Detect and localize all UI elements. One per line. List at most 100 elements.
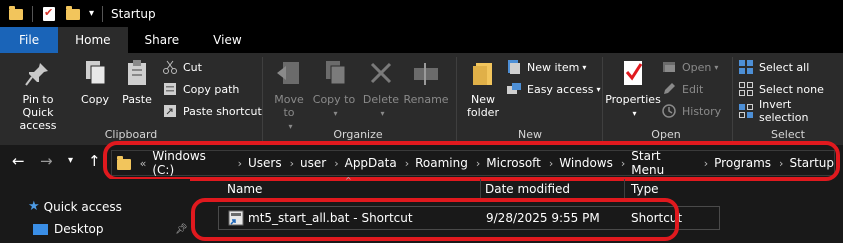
recent-locations-chevron-icon[interactable]: ▾	[68, 155, 73, 166]
customize-qat-dropdown-icon[interactable]: ▾	[89, 8, 94, 19]
nav-item-quick-access[interactable]: ★ Quick access	[28, 199, 122, 214]
quick-access-label: Quick access	[43, 199, 122, 214]
properties-icon[interactable]	[41, 6, 57, 22]
file-highlight-annotation	[191, 198, 679, 241]
tab-view[interactable]: View	[196, 27, 258, 53]
tab-home[interactable]: Home	[58, 27, 128, 53]
edit-label: Edit	[682, 82, 704, 96]
invert-selection-icon	[738, 103, 754, 119]
sort-caret-icon: ^	[345, 176, 352, 185]
invert-selection-button[interactable]: Invert selection	[738, 98, 843, 124]
back-arrow-icon[interactable]: ←	[12, 152, 25, 170]
new-item-label: New item	[527, 60, 580, 74]
qat-separator	[102, 5, 104, 22]
new-folder-button[interactable]: New folder	[461, 57, 505, 119]
select-none-button[interactable]: Select none	[738, 79, 824, 99]
open-button[interactable]: Open ▾	[661, 57, 718, 77]
copy-to-label: Copy to	[312, 93, 356, 106]
delete-x-icon	[365, 57, 397, 89]
history-clock-icon	[661, 103, 677, 119]
ribbon: Pin to Quick access Copy Paste Cut Copy …	[0, 53, 843, 145]
clipboard-group: Pin to Quick access Copy Paste Cut Copy …	[0, 53, 262, 145]
open-group: Properties ▾ Open ▾ Edit History Open	[603, 53, 729, 145]
rename-button[interactable]: Rename	[402, 57, 450, 106]
copy-label: Copy	[81, 93, 109, 106]
window-title: Startup	[111, 6, 156, 21]
delete-button[interactable]: Delete ▾	[359, 57, 403, 120]
edit-button[interactable]: Edit	[661, 79, 703, 99]
qat-separator	[32, 5, 33, 22]
column-header-name[interactable]: Name	[227, 182, 262, 196]
folder-icon	[8, 5, 24, 22]
star-icon: ★	[28, 199, 40, 214]
up-arrow-icon[interactable]: ↑	[88, 152, 101, 170]
paste-shortcut-icon	[162, 103, 178, 119]
new-item-icon	[506, 59, 522, 75]
properties-button[interactable]: Properties ▾	[605, 57, 661, 120]
edit-pencil-icon	[661, 81, 677, 97]
history-label: History	[682, 104, 722, 118]
open-caret-icon: ▾	[714, 62, 719, 72]
name-column-label: Name	[227, 182, 263, 196]
organize-group: Move to ▾ Copy to ▾ Delete ▾ Rename Organiz…	[263, 53, 453, 145]
forward-arrow-icon[interactable]: →	[40, 152, 53, 170]
ribbon-tabs: File Home Share View	[0, 27, 843, 53]
select-none-label: Select none	[759, 82, 824, 96]
copy-path-button[interactable]: Copy path	[162, 79, 239, 99]
copy-to-button[interactable]: Copy to ▾	[312, 57, 356, 120]
paste-shortcut-label: Paste shortcut	[183, 104, 262, 118]
move-to-button[interactable]: Move to ▾	[267, 57, 311, 133]
desktop-icon	[33, 223, 48, 235]
select-all-label: Select all	[759, 60, 810, 74]
cut-button[interactable]: Cut	[162, 57, 202, 77]
easy-access-button[interactable]: Easy access ▾	[506, 79, 601, 99]
move-to-icon	[273, 57, 305, 89]
new-group-label: New	[518, 128, 542, 141]
pin-icon[interactable]: 📌︎	[175, 224, 188, 235]
copy-button[interactable]: Copy	[75, 57, 115, 106]
select-group: Select all Select none Invert selection …	[733, 53, 843, 145]
new-item-button[interactable]: New item ▾	[506, 57, 586, 77]
pin-to-quick-access-button[interactable]: Pin to Quick access	[6, 57, 70, 132]
rename-icon	[410, 57, 442, 89]
copy-to-icon	[318, 57, 350, 89]
paste-button[interactable]: Paste	[117, 57, 157, 106]
cut-label: Cut	[183, 60, 202, 74]
scissors-icon	[162, 59, 178, 75]
select-group-label: Select	[771, 128, 805, 141]
column-header-date-modified[interactable]: Date modified	[485, 182, 570, 196]
properties-checkmark-icon	[617, 57, 649, 89]
tab-file[interactable]: File	[0, 27, 59, 53]
select-none-icon	[738, 81, 754, 97]
open-group-label: Open	[651, 128, 681, 141]
new-folder-label: New folder	[467, 93, 499, 119]
easy-access-icon	[506, 81, 522, 97]
open-label: Open	[682, 60, 712, 74]
delete-caret-icon: ▾	[380, 109, 385, 118]
address-highlight-annotation	[103, 141, 840, 181]
history-button[interactable]: History	[661, 101, 721, 121]
nav-item-desktop[interactable]: Desktop	[33, 222, 104, 236]
delete-label: Delete	[362, 93, 400, 106]
select-all-button[interactable]: Select all	[738, 57, 809, 77]
date-modified-column-label: Date modified	[485, 182, 571, 196]
new-folder-icon	[467, 57, 499, 89]
tab-share[interactable]: Share	[128, 27, 197, 53]
easy-access-caret-icon: ▾	[596, 84, 601, 94]
copy-path-icon	[162, 81, 178, 97]
easy-access-label: Easy access	[527, 82, 594, 96]
type-column-label: Type	[631, 182, 659, 196]
navigation-pane: ★ Quick access Desktop 📌︎	[0, 179, 190, 243]
column-header-type[interactable]: Type	[631, 182, 659, 196]
copy-path-label: Copy path	[183, 82, 240, 96]
new-folder-icon[interactable]	[65, 5, 81, 22]
pin-icon	[22, 57, 54, 89]
invert-selection-label: Invert selection	[759, 98, 809, 124]
new-group: New folder New item ▾ Easy access ▾ New	[457, 53, 603, 145]
new-item-caret-icon: ▾	[582, 62, 587, 72]
properties-caret-icon: ▾	[632, 109, 637, 118]
paste-icon	[121, 57, 153, 89]
copy-icon	[79, 57, 111, 89]
paste-shortcut-button[interactable]: Paste shortcut	[162, 101, 262, 121]
copy-to-caret-icon: ▾	[333, 109, 338, 118]
